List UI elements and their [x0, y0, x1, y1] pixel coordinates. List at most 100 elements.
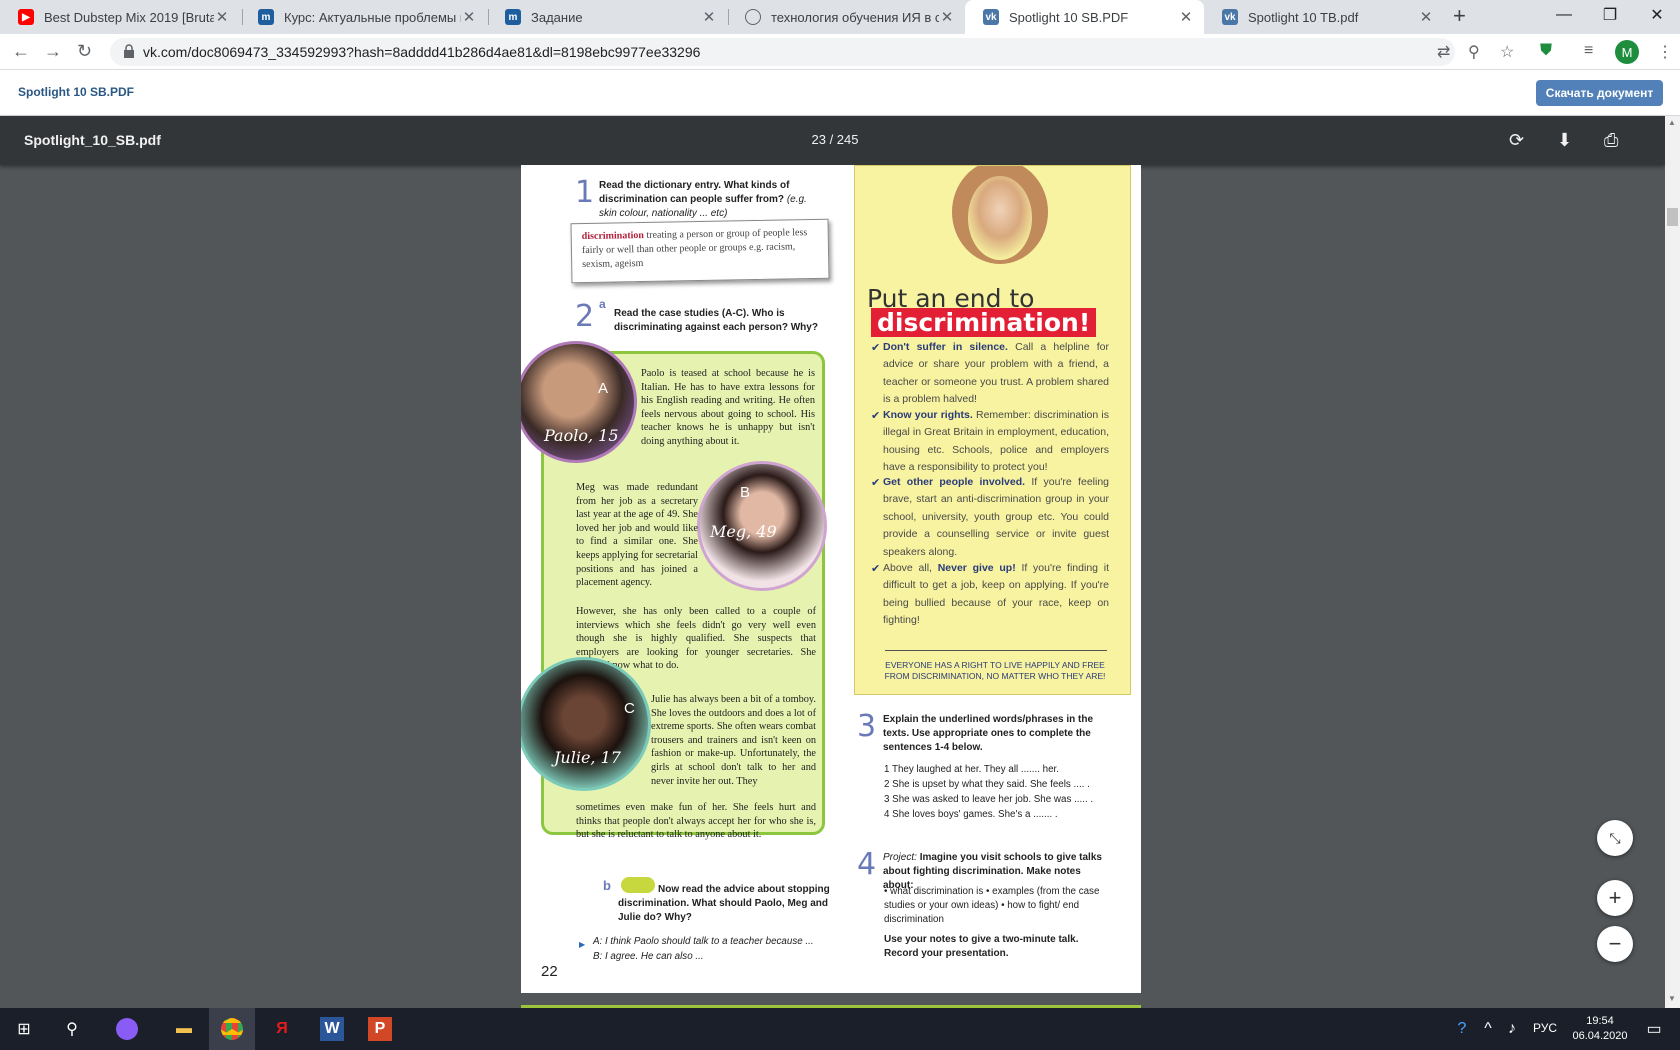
tab-strip: ▶ Best Dubstep Mix 2019 [Brutal Dubstep]…: [0, 0, 1680, 34]
powerpoint-icon[interactable]: P: [368, 1017, 392, 1041]
windows-start-icon[interactable]: ⊞: [12, 1017, 36, 1041]
case-a-text: Paolo is teased at school because he is …: [641, 368, 815, 447]
scrollbar[interactable]: ▲ ▼: [1665, 116, 1680, 1008]
exercise-3-item: 1 They laughed at her. They all ....... …: [884, 764, 1060, 775]
divider: [885, 650, 1107, 651]
tab-technology[interactable]: технология обучения ИЯ в старших классах…: [727, 0, 965, 34]
close-icon[interactable]: ✕: [1178, 8, 1194, 26]
scrollbar-thumb[interactable]: [1667, 208, 1678, 226]
vk-icon: vk: [1222, 9, 1238, 25]
clock-time: 19:54: [1586, 1015, 1614, 1027]
exercise-number: 1: [575, 175, 595, 210]
case-label: C: [624, 700, 635, 717]
new-tab-button[interactable]: +: [1453, 3, 1466, 29]
speaker-icon[interactable]: ♪: [1500, 1017, 1524, 1041]
photo-julie: C Julie, 17: [521, 657, 651, 791]
exercise-3-instruction: Explain the underlined words/phrases in …: [883, 714, 1094, 753]
zoom-in-button[interactable]: +: [1597, 880, 1633, 916]
tab-title: Best Dubstep Mix 2019 [Brutal Dubstep]: [44, 9, 214, 25]
help-icon[interactable]: ?: [1450, 1017, 1474, 1041]
rotate-icon[interactable]: ⟳: [1509, 130, 1524, 151]
advice-2: Know your rights. Remember: discriminati…: [883, 407, 1109, 477]
tab-spotlight-sb[interactable]: vk Spotlight 10 SB.PDF ✕: [965, 0, 1204, 34]
taskbar: ⊞ ⚲ ▬ Я W P ? ^ ♪ РУС 19:54 06.04.2020 ▭: [0, 1008, 1680, 1050]
advice-4: Above all, Never give up! If you're find…: [883, 560, 1109, 630]
case-label: B: [740, 484, 751, 501]
exercise-3-item: 4 She loves boys' games. She's a .......…: [884, 809, 1058, 820]
language-indicator[interactable]: РУС: [1533, 1021, 1557, 1035]
case-name: Paolo, 15: [544, 426, 619, 445]
alice-assistant-icon[interactable]: [115, 1017, 139, 1041]
search-icon[interactable]: ⚲: [60, 1017, 84, 1041]
dictionary-headword: discrimination: [581, 229, 645, 243]
yandex-browser-icon[interactable]: Я: [270, 1017, 294, 1041]
zoom-icon[interactable]: ⚲: [1468, 42, 1480, 62]
media-control-icon[interactable]: ≡: [1584, 42, 1593, 60]
reload-icon[interactable]: ↻: [77, 41, 92, 62]
close-icon[interactable]: ✕: [939, 8, 955, 26]
advice-text: If you're feeling brave, start an anti-d…: [883, 476, 1109, 558]
clock[interactable]: 19:54 06.04.2020: [1560, 1014, 1640, 1044]
vk-doc-header: Spotlight 10 SB.PDF Скачать документ: [0, 70, 1680, 116]
fit-page-button[interactable]: ⤡: [1597, 820, 1633, 856]
tab-title: Курс: Актуальные проблемы преподавания: [284, 9, 461, 25]
minimize-button[interactable]: —: [1541, 0, 1587, 30]
checkmark-icon: ✔: [871, 477, 881, 489]
vk-icon: vk: [983, 9, 999, 25]
exercise-4-final: Use your notes to give a two-minute talk…: [884, 934, 1079, 959]
menu-icon[interactable]: ⋮: [1657, 42, 1673, 62]
exercise-letter: b: [603, 878, 611, 893]
advice-3: Get other people involved. If you're fee…: [883, 474, 1109, 561]
close-icon[interactable]: ✕: [701, 8, 717, 26]
bookmark-star-icon[interactable]: ☆: [1500, 42, 1514, 62]
woman-portrait: [952, 166, 1048, 264]
checkmark-icon: ✔: [871, 410, 881, 422]
exercise-3-item: 3 She was asked to leave her job. She wa…: [884, 794, 1094, 805]
exercise-number: 4: [857, 847, 877, 882]
tab-spotlight-tb[interactable]: vk Spotlight 10 TB.pdf ✕: [1204, 0, 1444, 34]
exercise-2a-instruction: Read the case studies (A-C). Who is disc…: [614, 308, 818, 333]
exercise-number: 3: [857, 709, 877, 744]
shield-extension-icon[interactable]: ⛊: [1540, 42, 1552, 60]
page-counter: 23 / 245: [811, 132, 859, 147]
print-icon[interactable]: ⎙: [1604, 130, 1618, 151]
checkmark-icon: ✔: [871, 342, 881, 354]
chrome-icon[interactable]: [220, 1017, 244, 1041]
doc-title[interactable]: Spotlight 10 SB.PDF: [18, 85, 134, 99]
case-name: Meg, 49: [710, 522, 777, 541]
tab-title: Spotlight 10 TB.pdf: [1248, 9, 1359, 25]
download-icon[interactable]: ⬇: [1557, 130, 1572, 151]
advice-1: Don't suffer in silence. Call a helpline…: [883, 339, 1109, 409]
pdf-filename: Spotlight_10_SB.pdf: [24, 132, 161, 148]
address-bar[interactable]: vk.com/doc8069473_334592993?hash=8adddd4…: [110, 38, 1455, 66]
forward-icon[interactable]: →: [44, 41, 62, 62]
zoom-out-button[interactable]: −: [1597, 926, 1633, 962]
notifications-icon[interactable]: ▭: [1642, 1017, 1666, 1041]
close-window-button[interactable]: ✕: [1634, 0, 1680, 30]
download-document-button[interactable]: Скачать документ: [1536, 80, 1663, 106]
close-icon[interactable]: ✕: [214, 8, 230, 26]
tab-assignment[interactable]: m Задание ✕: [487, 0, 727, 34]
pdf-toolbar: Spotlight_10_SB.pdf 23 / 245 ⟳ ⬇ ⎙: [0, 116, 1665, 165]
exercise-2b-instruction: Now read the advice about stopping discr…: [618, 884, 830, 923]
scroll-down-icon[interactable]: ▼: [1668, 994, 1676, 1003]
scroll-up-icon[interactable]: ▲: [1668, 118, 1676, 127]
dialog-line: B: I agree. He can also ...: [593, 951, 704, 962]
file-explorer-icon[interactable]: ▬: [172, 1017, 196, 1041]
word-icon[interactable]: W: [320, 1017, 344, 1041]
tab-course[interactable]: m Курс: Актуальные проблемы преподавания…: [240, 0, 487, 34]
poster-title-highlight: discrimination!: [871, 308, 1097, 337]
tab-youtube[interactable]: ▶ Best Dubstep Mix 2019 [Brutal Dubstep]…: [0, 0, 240, 34]
close-icon[interactable]: ✕: [1418, 8, 1434, 26]
advice-heading: Never give up!: [937, 562, 1016, 574]
avatar[interactable]: M: [1615, 40, 1639, 64]
chevron-up-icon[interactable]: ^: [1476, 1017, 1500, 1041]
restore-button[interactable]: ❐: [1587, 0, 1633, 30]
advice-heading: Get other people involved.: [883, 476, 1026, 488]
translate-icon[interactable]: ⇄: [1437, 42, 1450, 62]
back-icon[interactable]: ←: [12, 41, 30, 62]
case-name: Julie, 17: [554, 748, 621, 767]
case-label: A: [598, 380, 609, 397]
case-c-text: Julie has always been a bit of a tomboy.…: [651, 694, 816, 787]
close-icon[interactable]: ✕: [461, 8, 477, 26]
